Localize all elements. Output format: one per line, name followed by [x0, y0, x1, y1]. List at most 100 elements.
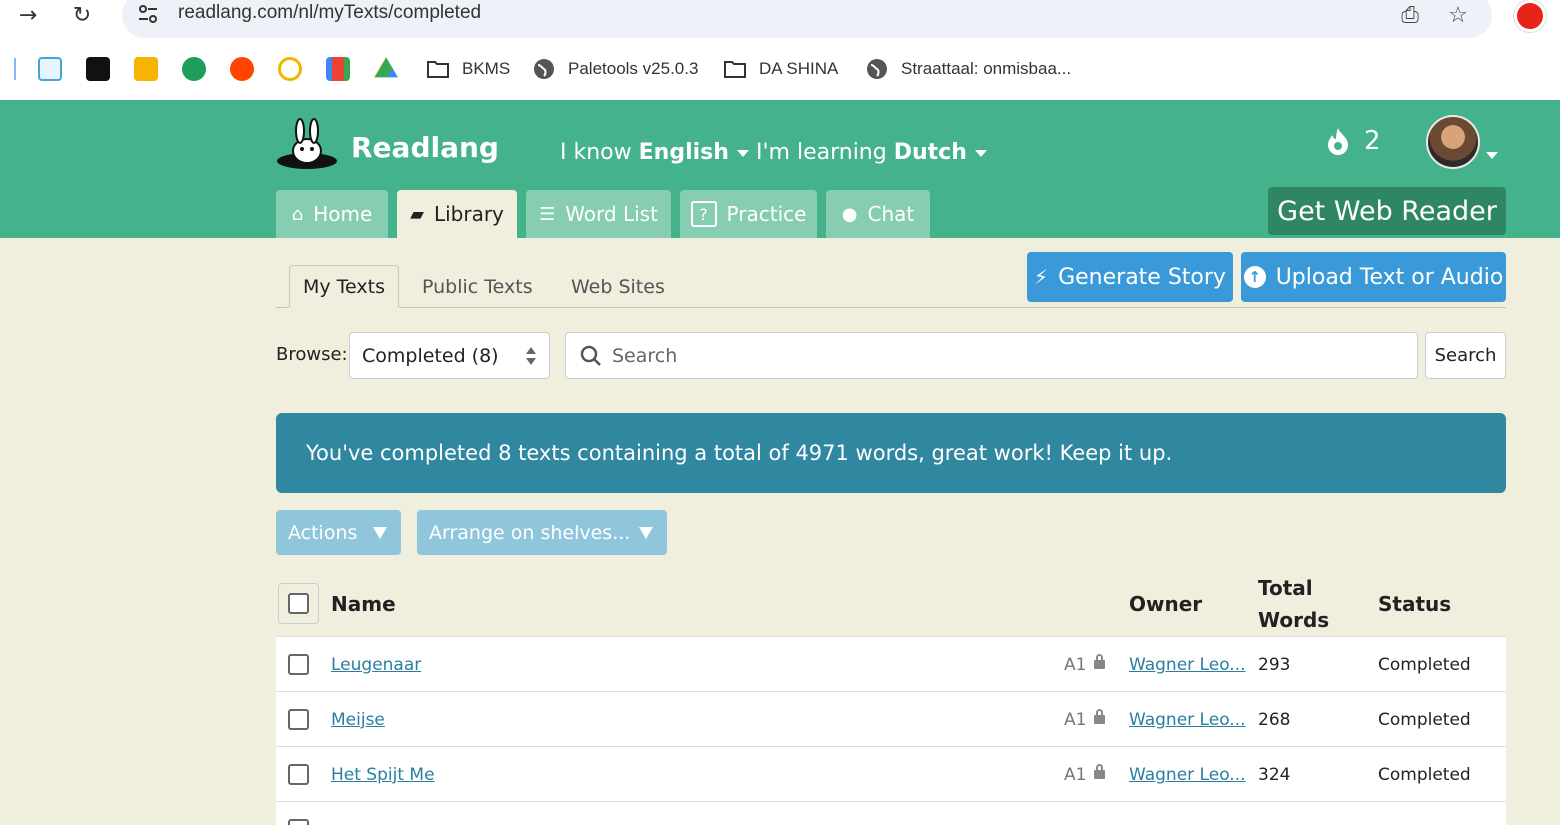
rabbit-logo-icon[interactable]: [276, 117, 338, 169]
bookmark-star-icon[interactable]: ☆: [1444, 0, 1472, 30]
brand-name[interactable]: Readlang: [351, 131, 499, 164]
text-title-link[interactable]: Leugenaar: [331, 655, 421, 675]
chat-icon: ●: [841, 203, 858, 225]
generate-story-button[interactable]: ⚡ Generate Story: [1027, 252, 1233, 302]
status-text: Completed: [1378, 710, 1471, 730]
select-all-wrapper: [278, 583, 319, 624]
tasks-icon[interactable]: [278, 57, 302, 81]
browse-select[interactable]: Completed (8): [349, 332, 550, 379]
subtab-web-sites[interactable]: Web Sites: [558, 265, 678, 308]
bookmark-da-shina[interactable]: DA SHINA: [723, 56, 838, 82]
x-icon[interactable]: [86, 57, 110, 81]
subtab-my-texts[interactable]: My Texts: [289, 265, 400, 308]
table-row: Leugenaar A1 Wagner Leo... 293 Completed: [276, 637, 1506, 692]
folder-icon: [427, 61, 449, 78]
owner-link[interactable]: Wagner Leo...: [1129, 765, 1246, 785]
keep-icon[interactable]: [134, 57, 158, 81]
status-text: Completed: [1378, 655, 1471, 675]
book-icon: ▰: [410, 203, 424, 225]
header-owner[interactable]: Owner: [1129, 592, 1202, 616]
get-web-reader-button[interactable]: Get Web Reader: [1268, 187, 1506, 235]
status-text: Completed: [1378, 765, 1471, 785]
actions-dropdown[interactable]: Actions: [276, 510, 401, 555]
search-input[interactable]: [612, 343, 1392, 369]
url-text[interactable]: readlang.com/nl/myTexts/completed: [178, 2, 481, 24]
avatar[interactable]: [1426, 115, 1480, 169]
header-status[interactable]: Status: [1378, 592, 1451, 616]
reload-icon[interactable]: ↻: [64, 0, 100, 30]
select-all-checkbox[interactable]: [288, 593, 309, 614]
subtab-public-texts[interactable]: Public Texts: [409, 265, 546, 308]
learning-prefix: I'm learning: [756, 140, 887, 165]
learning-language-selector[interactable]: I'm learning Dutch: [756, 140, 987, 165]
search-button[interactable]: Search: [1425, 332, 1506, 379]
tab-word-list[interactable]: ☰ Word List: [526, 190, 671, 238]
home-icon: ⌂: [291, 203, 304, 225]
level-text: A1: [1064, 765, 1087, 785]
owner-link[interactable]: Wagner Leo...: [1129, 710, 1246, 730]
owner-link[interactable]: Wagner Leo...: [1129, 655, 1246, 675]
tab-home[interactable]: ⌂ Home: [276, 190, 388, 238]
tab-chat[interactable]: ● Chat: [826, 190, 930, 238]
word-count: 324: [1258, 765, 1291, 785]
tab-label: Word List: [565, 202, 658, 226]
lock-icon: [1094, 709, 1106, 724]
row-checkbox[interactable]: [288, 819, 309, 825]
text-title-link[interactable]: Het Spijt Me: [331, 765, 435, 785]
header-name[interactable]: Name: [331, 592, 396, 616]
texts-table: Leugenaar A1 Wagner Leo... 293 Completed…: [276, 636, 1506, 825]
bookmark-bkms[interactable]: BKMS: [426, 56, 510, 82]
bookmark-label: DA SHINA: [759, 59, 839, 78]
tab-label: Chat: [867, 202, 915, 226]
level-badge: A1: [1064, 764, 1106, 785]
word-count: 293: [1258, 655, 1291, 675]
cube-icon[interactable]: [38, 57, 62, 81]
row-checkbox[interactable]: [288, 654, 309, 675]
folder-icon: [724, 61, 746, 78]
browse-label: Browse:: [276, 344, 348, 365]
bookmark-straattaal[interactable]: Straattaal: onmisbaa...: [865, 56, 1071, 82]
text-title-link[interactable]: Meijse: [331, 710, 385, 730]
whatsapp-icon[interactable]: [182, 57, 206, 81]
upload-icon: ↑: [1243, 266, 1266, 288]
upload-text-button[interactable]: ↑ Upload Text or Audio: [1241, 252, 1506, 302]
row-checkbox[interactable]: [288, 764, 309, 785]
browse-selected-value: Completed (8): [362, 344, 499, 367]
search-field[interactable]: [565, 332, 1418, 379]
generate-story-label: Generate Story: [1058, 264, 1226, 290]
arrange-shelves-dropdown[interactable]: Arrange on shelves...: [417, 510, 667, 555]
table-row: Meijse A1 Wagner Leo... 268 Completed: [276, 692, 1506, 747]
lock-icon: [1094, 654, 1106, 669]
install-app-icon[interactable]: ⎙: [1396, 0, 1424, 30]
level-badge: A1: [1064, 709, 1106, 730]
table-row: Het Spijt Me A1 Wagner Leo... 324 Comple…: [276, 747, 1506, 802]
tab-label: Home: [313, 202, 373, 226]
header-total[interactable]: Total: [1258, 576, 1313, 600]
reddit-icon[interactable]: [230, 57, 254, 81]
gmail-icon[interactable]: [326, 57, 350, 81]
tab-practice[interactable]: ? Practice: [680, 190, 817, 238]
bookmark-label: Paletools v25.0.3: [568, 59, 699, 78]
table-row-partial: [276, 802, 1506, 825]
upload-label: Upload Text or Audio: [1275, 264, 1504, 290]
level-text: A1: [1064, 655, 1087, 675]
bookmark-paletools[interactable]: Paletools v25.0.3: [532, 56, 698, 82]
globe-icon: [534, 59, 554, 79]
question-icon: ?: [690, 201, 717, 227]
known-prefix: I know: [560, 140, 632, 165]
streak-counter[interactable]: 2: [1324, 126, 1381, 156]
known-language-selector[interactable]: I know English: [560, 140, 749, 165]
level-text: A1: [1064, 710, 1087, 730]
sort-arrows-icon: [526, 347, 536, 365]
caret-down-icon[interactable]: [1486, 152, 1498, 159]
site-info-icon[interactable]: [136, 2, 160, 26]
row-checkbox[interactable]: [288, 709, 309, 730]
caret-down-icon: [974, 149, 987, 157]
forward-icon[interactable]: →: [10, 0, 46, 30]
arrange-label: Arrange on shelves...: [429, 521, 631, 544]
completion-banner: You've completed 8 texts containing a to…: [276, 413, 1506, 493]
extension-icon[interactable]: [1514, 0, 1546, 32]
caret-down-icon: [736, 149, 749, 157]
tab-library[interactable]: ▰ Library: [397, 190, 517, 238]
header-words[interactable]: Words: [1258, 608, 1329, 632]
